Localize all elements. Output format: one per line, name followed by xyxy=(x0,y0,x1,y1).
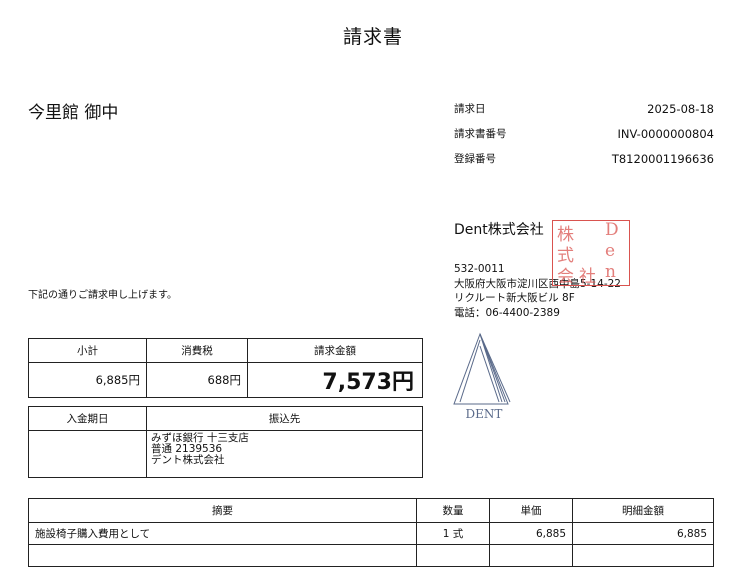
dent-logo-icon: DENT xyxy=(453,332,511,421)
line-items-table: 摘要 数量 単価 明細金額 施設椅子購入費用として 1 式 6,885 6,88… xyxy=(28,498,714,567)
dent-logo: DENT xyxy=(452,332,516,428)
meta-label: 請求日 xyxy=(454,103,486,115)
issuer-phone: 電話：06-4400-2389 xyxy=(454,306,560,319)
issuer-company: Dent株式会社 xyxy=(454,222,544,238)
meta-label: 請求書番号 xyxy=(454,128,507,140)
meta-row-registration: 登録番号 T8120001196636 xyxy=(454,146,714,171)
item-unit-price xyxy=(489,544,573,567)
table-row xyxy=(28,544,714,567)
qty-header: 数量 xyxy=(416,498,490,523)
table-header-row: 小計 消費税 請求金額 xyxy=(28,338,423,363)
subtotal-header: 小計 xyxy=(28,338,147,363)
meta-row-date: 請求日 2025-08-18 xyxy=(454,96,714,121)
document-title: 請求書 xyxy=(342,26,403,48)
total-amount: 7,573円 xyxy=(247,362,423,398)
intro-text: 下記の通りご請求申し上げます。 xyxy=(28,290,177,301)
item-amount xyxy=(572,544,714,567)
meta-label: 登録番号 xyxy=(454,153,496,165)
recipient-name: 今里館 御中 xyxy=(28,103,119,123)
table-row: 6,885円 688円 7,573円 xyxy=(28,362,423,398)
due-date-value xyxy=(28,430,147,478)
invoice-meta: 請求日 2025-08-18 請求書番号 INV-0000000804 登録番号… xyxy=(454,96,714,171)
desc-header: 摘要 xyxy=(28,498,417,523)
bank-details: みずほ銀行 十三支店 普通 2139536 デント株式会社 xyxy=(146,430,423,478)
company-seal-stamp: 株 式 会 社 D e n xyxy=(552,220,630,287)
payment-table: 入金期日 振込先 みずほ銀行 十三支店 普通 2139536 デント株式会社 xyxy=(28,406,423,478)
meta-value: T8120001196636 xyxy=(611,151,714,166)
table-row: 施設椅子購入費用として 1 式 6,885 6,885 xyxy=(28,522,714,545)
item-unit-price: 6,885 xyxy=(489,522,573,545)
item-qty: 1 式 xyxy=(416,522,490,545)
item-desc xyxy=(28,544,417,567)
logo-wordmark: DENT xyxy=(466,407,503,421)
issuer-address-line2: リクルート新大阪ビル 8F xyxy=(454,292,575,304)
item-qty xyxy=(416,544,490,567)
subtotal-value: 6,885円 xyxy=(28,362,147,398)
table-row: みずほ銀行 十三支店 普通 2139536 デント株式会社 xyxy=(28,430,423,478)
meta-value: 2025-08-18 xyxy=(647,101,714,116)
summary-table: 小計 消費税 請求金額 6,885円 688円 7,573円 xyxy=(28,338,423,398)
table-header-row: 入金期日 振込先 xyxy=(28,406,423,431)
unit-price-header: 単価 xyxy=(489,498,573,523)
bank-header: 振込先 xyxy=(146,406,423,431)
meta-value: INV-0000000804 xyxy=(617,126,714,141)
item-desc: 施設椅子購入費用として xyxy=(28,522,417,545)
bank-line: デント株式会社 xyxy=(151,454,225,466)
total-header: 請求金額 xyxy=(247,338,423,363)
item-amount: 6,885 xyxy=(572,522,714,545)
table-header-row: 摘要 数量 単価 明細金額 xyxy=(28,498,714,523)
tax-header: 消費税 xyxy=(146,338,248,363)
tax-value: 688円 xyxy=(146,362,248,398)
amount-header: 明細金額 xyxy=(572,498,714,523)
meta-row-number: 請求書番号 INV-0000000804 xyxy=(454,121,714,146)
due-date-header: 入金期日 xyxy=(28,406,147,431)
